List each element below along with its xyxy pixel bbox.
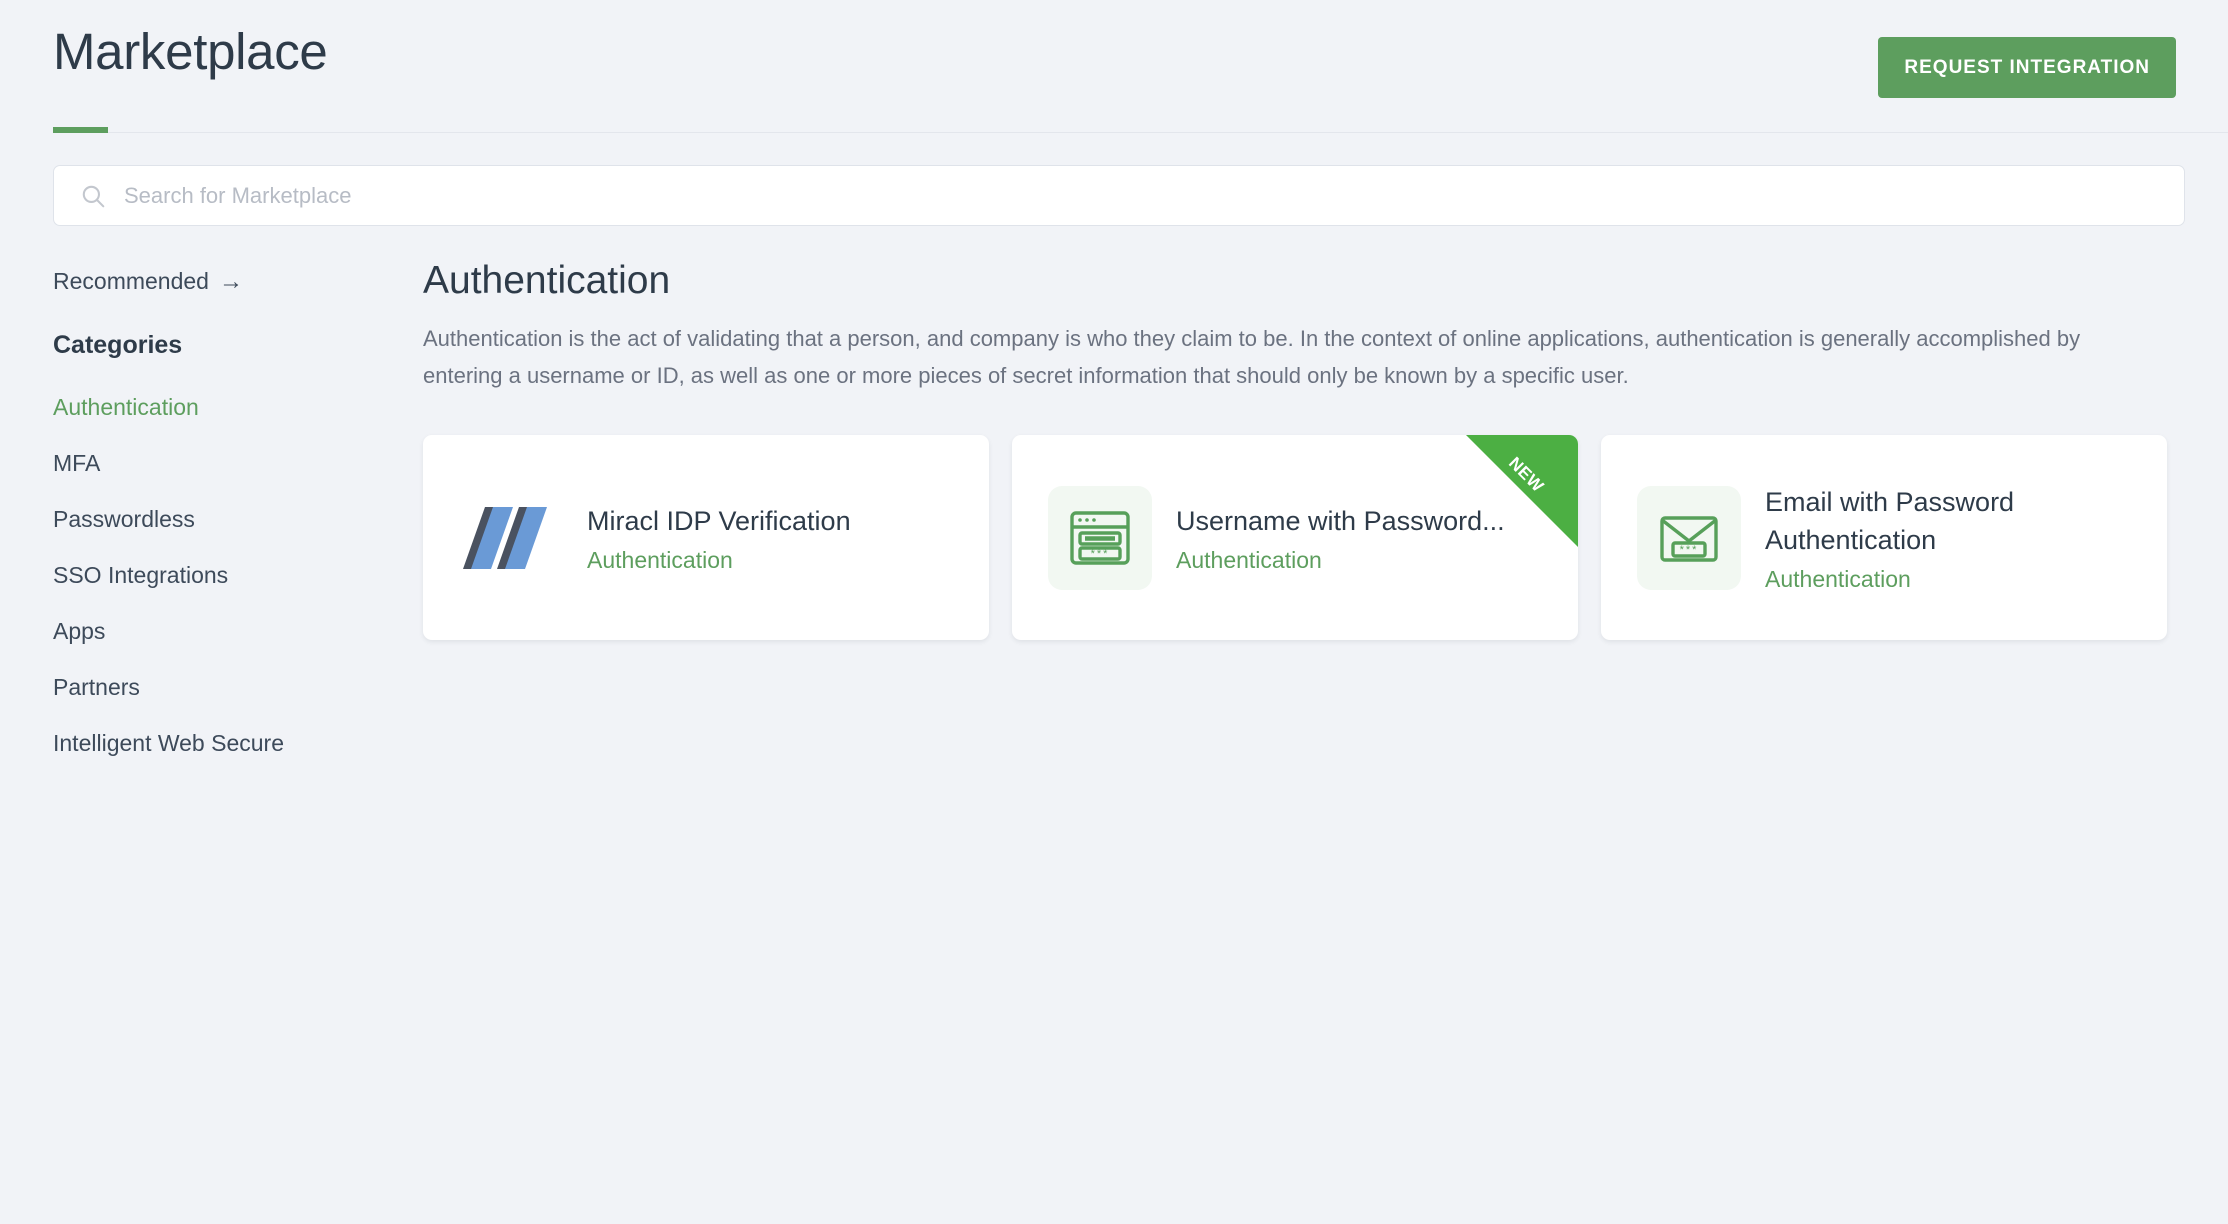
sidebar-item-partners[interactable]: Partners (53, 674, 140, 701)
integration-card[interactable]: Miracl IDP Verification Authentication (423, 435, 989, 640)
card-category: Authentication (587, 546, 733, 573)
svg-text:***: *** (1091, 548, 1110, 560)
main-content: Authentication Authentication is the act… (423, 258, 2228, 786)
card-text: Username with Password... Authentication (1176, 502, 1544, 574)
marketplace-page: Marketplace REQUEST INTEGRATION Recommen… (0, 0, 2228, 1224)
card-category: Authentication (1765, 565, 1911, 592)
section-description: Authentication is the act of validating … (423, 326, 2081, 388)
card-text: Email with Password Authentication Authe… (1765, 483, 2133, 593)
header-divider (53, 132, 2228, 133)
card-title: Miracl IDP Verification (587, 505, 851, 536)
sidebar-item-passwordless[interactable]: Passwordless (53, 506, 195, 533)
card-title: Email with Password Authentication (1765, 486, 2015, 555)
login-form-window-icon: *** (1070, 510, 1130, 565)
search-box[interactable] (53, 165, 2185, 226)
miracl-m-logo-icon (463, 506, 547, 569)
sidebar-item-apps[interactable]: Apps (53, 618, 105, 645)
envelope-password-icon: *** (1660, 515, 1718, 562)
card-logo: *** (1637, 485, 1741, 590)
card-logo (459, 486, 563, 590)
integration-card[interactable]: *** Username with Password... Authentica… (1012, 435, 1578, 640)
sidebar-item-recommended[interactable]: Recommended → (53, 268, 243, 295)
search-icon (82, 185, 105, 207)
header-accent-bar (53, 127, 108, 133)
card-category: Authentication (1176, 546, 1322, 573)
sidebar-item-authentication[interactable]: Authentication (53, 394, 199, 421)
sidebar-item-intelligent-web-secure[interactable]: Intelligent Web Secure (53, 730, 284, 757)
sidebar-item-sso-integrations[interactable]: SSO Integrations (53, 562, 228, 589)
svg-text:***: *** (1680, 544, 1699, 556)
card-logo: *** (1048, 485, 1152, 590)
section-title: Authentication (423, 259, 671, 302)
integration-card[interactable]: *** Email with Password Authentication A… (1601, 435, 2167, 640)
card-title: Username with Password... (1176, 505, 1505, 536)
sidebar: Recommended → Categories Authentication … (53, 258, 423, 786)
request-integration-button[interactable]: REQUEST INTEGRATION (1878, 37, 2176, 98)
page-header: Marketplace REQUEST INTEGRATION (0, 0, 2228, 133)
integration-card-grid: Miracl IDP Verification Authentication *… (423, 435, 2185, 640)
sidebar-item-mfa[interactable]: MFA (53, 450, 100, 477)
sidebar-recommended-label: Recommended (53, 268, 209, 294)
content-area: Recommended → Categories Authentication … (0, 226, 2228, 786)
search-input[interactable] (106, 166, 2184, 225)
sidebar-heading-categories: Categories (53, 331, 183, 359)
search-section (0, 133, 2228, 226)
card-text: Miracl IDP Verification Authentication (587, 502, 955, 574)
arrow-right-icon: → (218, 267, 243, 295)
page-title: Marketplace (53, 23, 328, 80)
